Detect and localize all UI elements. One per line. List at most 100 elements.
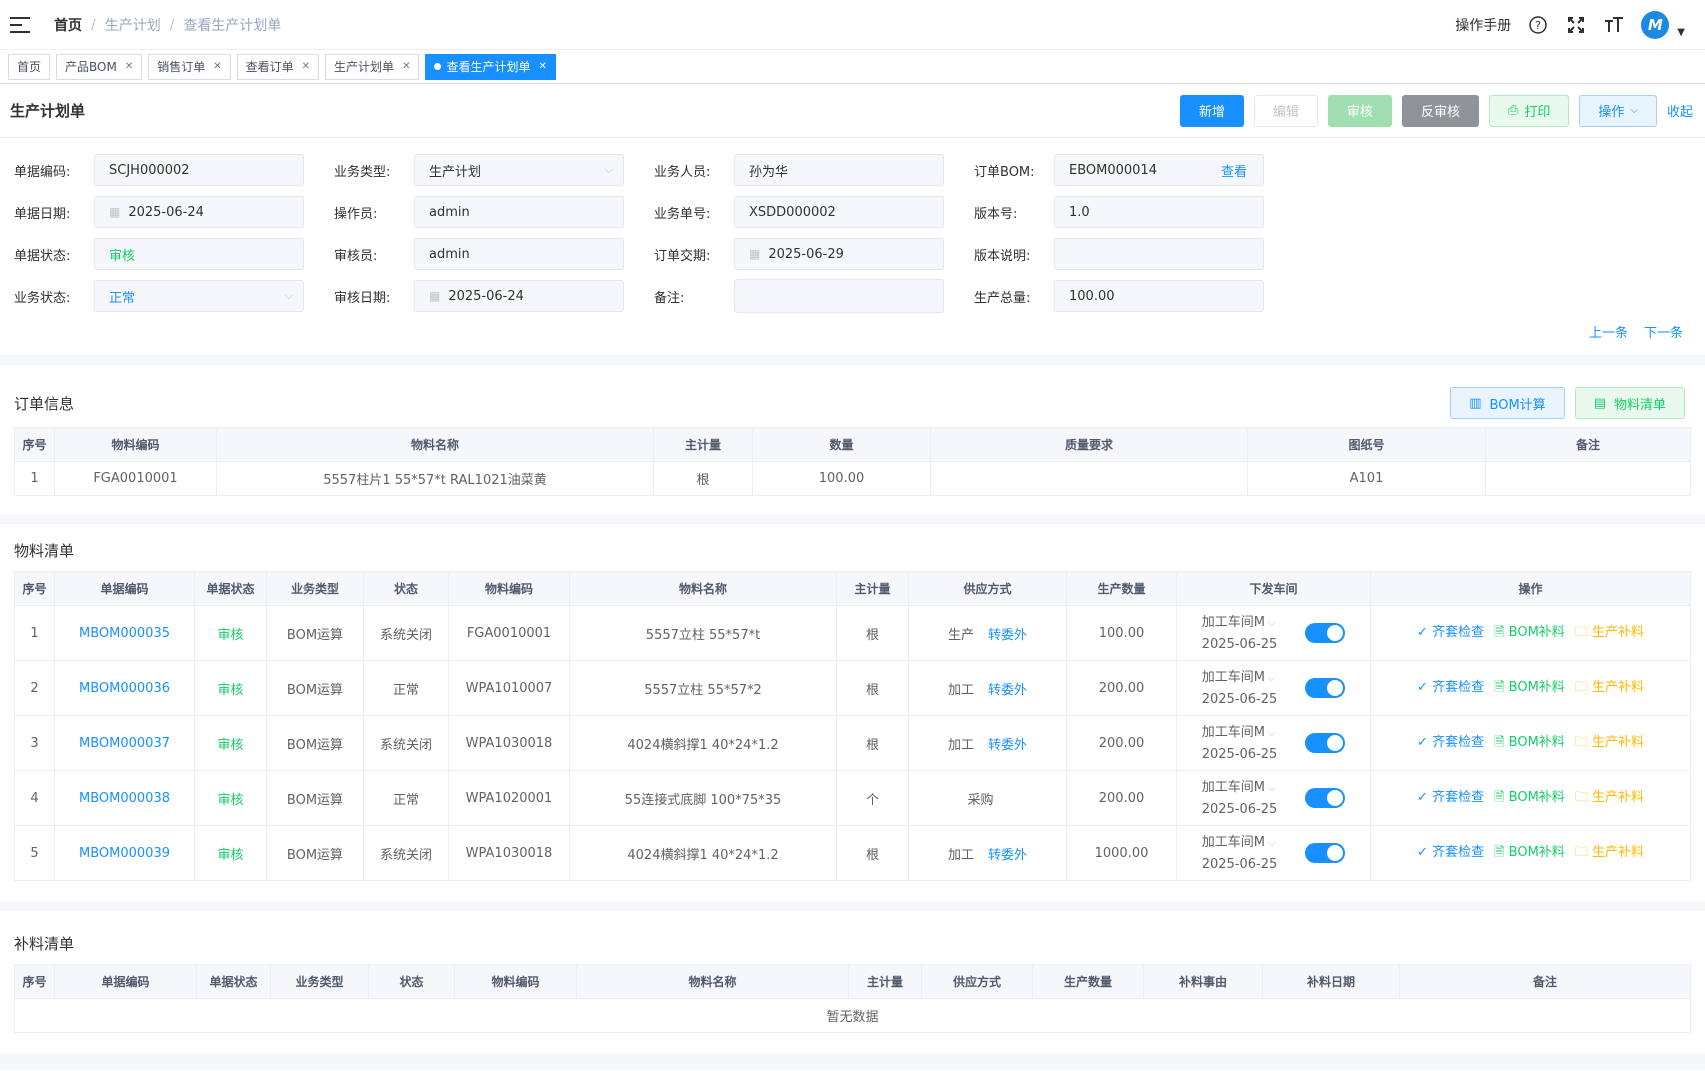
tag-sales-order[interactable]: 销售订单 ✕ bbox=[148, 53, 231, 80]
outsource-link[interactable]: 转委外 bbox=[988, 628, 1027, 643]
empty-text: 暂无数据 bbox=[14, 998, 1691, 1033]
audit-date-field[interactable]: ▦ 2025-06-24 bbox=[414, 280, 624, 312]
kit-check-button[interactable]: ✓ 齐套检查 bbox=[1417, 731, 1484, 755]
close-icon[interactable]: ✕ bbox=[213, 61, 221, 72]
tag-view-production-plan[interactable]: 查看生产计划单 ✕ bbox=[425, 53, 556, 80]
workshop-select[interactable]: 加工车间M ⌵ bbox=[1202, 832, 1278, 854]
chart-icon: ▥ bbox=[1469, 395, 1482, 411]
edit-button[interactable]: 编辑 bbox=[1253, 94, 1318, 127]
avatar[interactable]: M bbox=[1641, 11, 1670, 39]
doc-no-field[interactable]: SCJH000002 bbox=[94, 154, 304, 186]
collapse-link[interactable]: 收起 bbox=[1667, 101, 1693, 120]
audit-button[interactable]: 审核 bbox=[1327, 94, 1392, 127]
bom-supplement-button[interactable]: 🗎 BOM补料 bbox=[1494, 676, 1565, 700]
doc-date-field[interactable]: ▦ 2025-06-24 bbox=[94, 196, 304, 228]
bom-supplement-button[interactable]: 🗎 BOM补料 bbox=[1494, 731, 1565, 755]
workshop-select[interactable]: 加工车间M ⌵ bbox=[1202, 612, 1278, 634]
bom-supplement-button[interactable]: 🗎 BOM补料 bbox=[1494, 786, 1565, 810]
close-icon[interactable]: ✕ bbox=[538, 61, 546, 72]
doc-status-field[interactable]: 审核 bbox=[94, 238, 304, 270]
issue-toggle[interactable] bbox=[1305, 733, 1346, 753]
issue-toggle[interactable] bbox=[1305, 623, 1346, 643]
version-desc-field[interactable] bbox=[1054, 238, 1264, 270]
bom-calc-button[interactable]: ▥ BOM计算 bbox=[1450, 387, 1565, 419]
kit-check-button[interactable]: ✓ 齐套检查 bbox=[1417, 786, 1484, 810]
close-icon[interactable]: ✕ bbox=[125, 61, 133, 72]
workshop-select[interactable]: 加工车间M ⌵ bbox=[1202, 777, 1278, 799]
order-table: 序号 物料编码 物料名称 主计量 数量 质量要求 图纸号 备注 1 FGA001… bbox=[14, 427, 1691, 496]
menu-toggle-icon[interactable] bbox=[10, 16, 30, 33]
prod-supplement-button[interactable]: 🗀 生产补料 bbox=[1575, 841, 1644, 865]
prev-record-link[interactable]: 上一条 bbox=[1589, 322, 1628, 341]
view-bom-link[interactable]: 查看 bbox=[1221, 161, 1247, 180]
bom-supplement-button[interactable]: 🗎 BOM补料 bbox=[1494, 621, 1565, 645]
next-record-link[interactable]: 下一条 bbox=[1644, 322, 1683, 341]
caret-down-icon[interactable]: ▼ bbox=[1677, 27, 1685, 38]
supplement-title: 补料清单 bbox=[14, 935, 75, 953]
issue-toggle[interactable] bbox=[1305, 678, 1346, 698]
svg-text:?: ? bbox=[1535, 19, 1541, 32]
close-icon[interactable]: ✕ bbox=[302, 61, 310, 72]
unaudit-button[interactable]: 反审核 bbox=[1401, 94, 1479, 127]
outsource-link[interactable]: 转委外 bbox=[988, 848, 1027, 863]
doc-code-link[interactable]: MBOM000038 bbox=[79, 791, 170, 806]
breadcrumb-home[interactable]: 首页 bbox=[54, 15, 82, 35]
prod-supplement-button[interactable]: 🗀 生产补料 bbox=[1575, 731, 1644, 755]
doc-code-link[interactable]: MBOM000037 bbox=[79, 736, 170, 751]
breadcrumb-plan[interactable]: 生产计划 bbox=[105, 15, 161, 35]
tags-view: 首页 产品BOM ✕ 销售订单 ✕ 查看订单 ✕ 生产计划单 ✕ 查看生产计划单 ✕ bbox=[0, 50, 1705, 84]
table-row: 4 MBOM000038 审核 BOM运算 正常 WPA1020001 55连接式底脚 10… bbox=[14, 770, 1691, 826]
delivery-date-field[interactable]: ▦ 2025-06-29 bbox=[734, 238, 944, 270]
fullscreen-icon[interactable] bbox=[1565, 14, 1587, 36]
tag-product-bom[interactable]: 产品BOM ✕ bbox=[56, 53, 143, 80]
total-qty-field[interactable]: 100.00 bbox=[1054, 280, 1264, 312]
biz-status-select[interactable]: 正常 ⌵ bbox=[94, 280, 304, 312]
close-icon[interactable]: ✕ bbox=[402, 61, 410, 72]
doc-code-link[interactable]: MBOM000035 bbox=[79, 626, 170, 641]
print-button[interactable]: ⎙ 打印 bbox=[1488, 94, 1570, 127]
salesman-field[interactable]: 孙为华 bbox=[734, 154, 944, 186]
kit-check-button[interactable]: ✓ 齐套检查 bbox=[1417, 676, 1484, 700]
issue-toggle[interactable] bbox=[1305, 788, 1346, 808]
chevron-down-icon: ⌵ bbox=[1267, 672, 1276, 684]
biz-no-field[interactable]: XSDD000002 bbox=[734, 196, 944, 228]
biz-type-select[interactable]: 生产计划 ⌵ bbox=[414, 154, 624, 186]
operator-field[interactable]: admin bbox=[414, 196, 624, 228]
workshop-select[interactable]: 加工车间M ⌵ bbox=[1202, 667, 1278, 689]
add-button[interactable]: 新增 bbox=[1179, 94, 1244, 127]
prod-supplement-button[interactable]: 🗀 生产补料 bbox=[1575, 786, 1644, 810]
document-icon: 🗎 bbox=[1494, 735, 1509, 750]
material-list-button[interactable]: ▤ 物料清单 bbox=[1574, 387, 1685, 419]
doc-code-link[interactable]: MBOM000039 bbox=[79, 846, 170, 861]
bom-supplement-button[interactable]: 🗎 BOM补料 bbox=[1494, 841, 1565, 865]
tag-home[interactable]: 首页 bbox=[8, 53, 51, 80]
check-icon: ✓ bbox=[1417, 735, 1433, 750]
plan-form-card: 生产计划单 新增 编辑 审核 反审核 ⎙ 打印 操作 ⌵ 收起 单据编码: SCJH0… bbox=[0, 84, 1705, 355]
tag-view-order[interactable]: 查看订单 ✕ bbox=[236, 53, 320, 80]
chevron-down-icon: ⌵ bbox=[1267, 617, 1276, 629]
manual-link[interactable]: 操作手册 bbox=[1455, 15, 1511, 35]
outsource-link[interactable]: 转委外 bbox=[988, 738, 1027, 753]
font-size-icon[interactable] bbox=[1603, 14, 1625, 36]
tag-production-plan[interactable]: 生产计划单 ✕ bbox=[325, 53, 420, 80]
supplement-card: 补料清单 序号 单据编码 单据状态 业务类型 状态 物料编码 物料名称 主计量 供应方式 生产数量… bbox=[0, 911, 1705, 1053]
doc-status-text: 审核 bbox=[217, 792, 244, 808]
document-icon: 🗎 bbox=[1494, 845, 1509, 860]
prod-supplement-button[interactable]: 🗀 生产补料 bbox=[1575, 621, 1644, 645]
version-field[interactable]: 1.0 bbox=[1054, 196, 1264, 228]
doc-code-link[interactable]: MBOM000036 bbox=[79, 681, 170, 696]
workshop-select[interactable]: 加工车间M ⌵ bbox=[1202, 722, 1278, 744]
auditor-field[interactable]: admin bbox=[414, 238, 624, 270]
help-icon[interactable]: ? bbox=[1527, 14, 1549, 36]
remark-textarea[interactable] bbox=[734, 279, 944, 313]
issue-toggle[interactable] bbox=[1305, 843, 1346, 863]
order-bom-field[interactable]: EBOM000014 查看 bbox=[1054, 154, 1264, 186]
outsource-link[interactable]: 转委外 bbox=[988, 683, 1027, 698]
table-row: 2 MBOM000036 审核 BOM运算 正常 WPA1010007 5557立柱 55*… bbox=[14, 660, 1691, 716]
kit-check-button[interactable]: ✓ 齐套检查 bbox=[1417, 621, 1484, 645]
prod-supplement-button[interactable]: 🗀 生产补料 bbox=[1575, 676, 1644, 700]
operation-dropdown[interactable]: 操作 ⌵ bbox=[1579, 94, 1657, 127]
kit-check-button[interactable]: ✓ 齐套检查 bbox=[1417, 841, 1484, 865]
plan-form: 单据编码: SCJH000002 业务类型: 生产计划 ⌵ 业务人员: 孙为华 订单BO… bbox=[0, 138, 1705, 318]
chevron-down-icon: ⌵ bbox=[604, 163, 613, 176]
